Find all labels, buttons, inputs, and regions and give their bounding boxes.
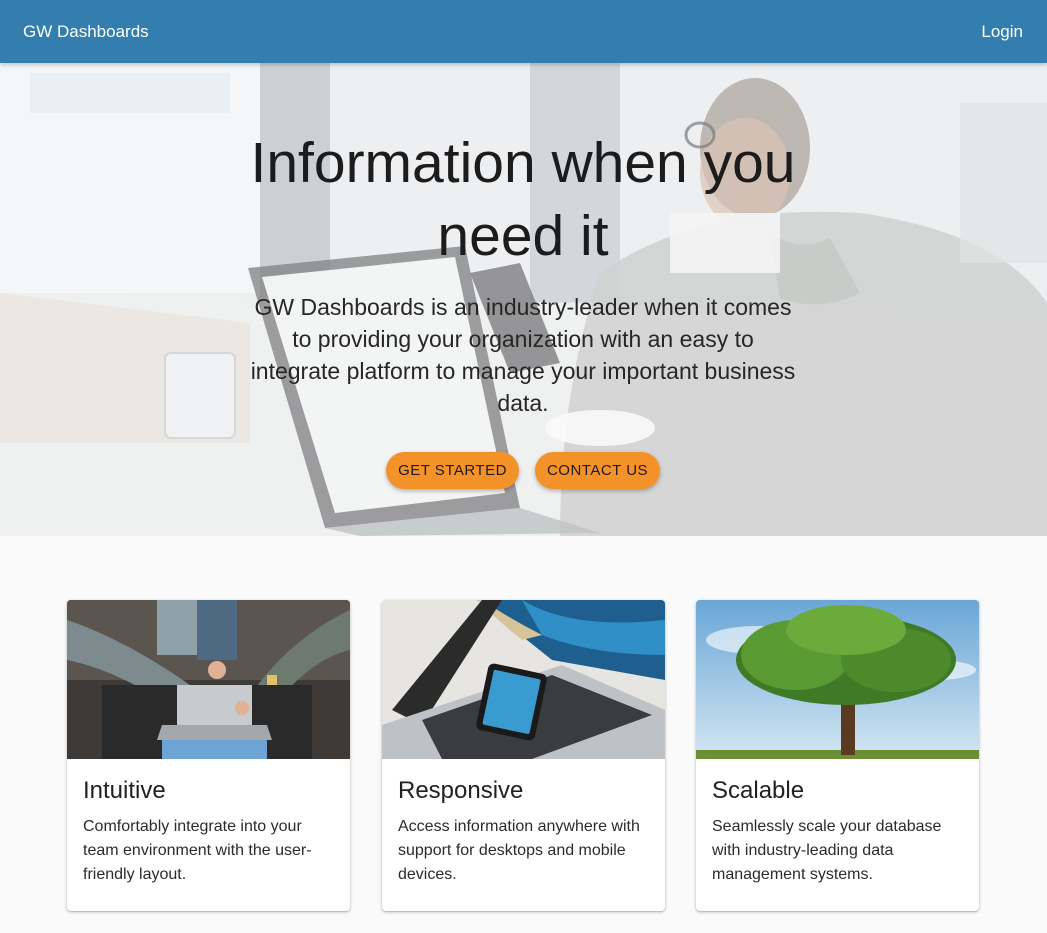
login-button[interactable]: Login [981,22,1023,42]
card-title: Scalable [712,777,805,804]
feature-card-scalable: Scalable Seamlessly scale your database … [696,600,979,911]
feature-card-responsive: Responsive Access information anywhere w… [382,600,665,911]
brand-link[interactable]: GW Dashboards [23,22,149,42]
card-title: Intuitive [83,777,166,804]
card-text: Seamlessly scale your database with indu… [712,818,942,883]
hero-section: Information when you need it GW Dashboar… [0,63,1047,536]
card-text: Comfortably integrate into your team env… [83,818,312,883]
card-text: Access information anywhere with support… [398,818,640,883]
contact-us-button[interactable]: CONTACT US [535,452,660,489]
feature-card-intuitive: Intuitive Comfortably integrate into you… [67,600,350,911]
hero-content: Information when you need it GW Dashboar… [0,63,1047,536]
laptop-phone-image [382,600,665,759]
get-started-button[interactable]: GET STARTED [386,452,519,489]
card-title: Responsive [398,777,524,804]
tree-image [696,600,979,759]
app-bar: GW Dashboards Login [0,0,1047,63]
hero-title: Information when you need it [250,131,796,268]
team-laptop-image [67,600,350,759]
hero-description: GW Dashboards is an industry-leader when… [250,294,796,416]
